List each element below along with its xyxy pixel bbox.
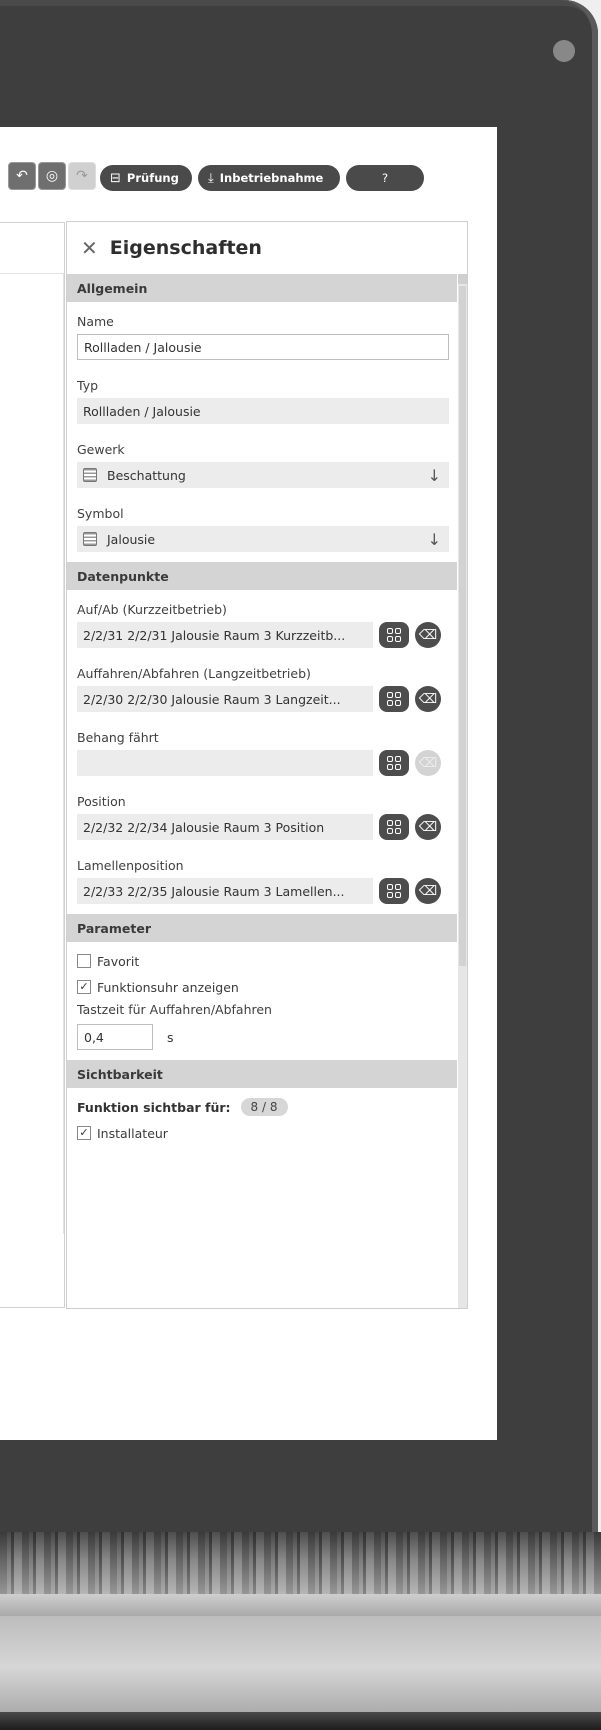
pruefung-label: Prüfung [126, 171, 179, 185]
gewerk-value: Beschattung [107, 467, 186, 483]
datapoint-label: Position [77, 794, 126, 809]
grid-icon [387, 628, 401, 642]
datapoint-value: 2/2/31 2/2/31 Jalousie Raum 3 Kurzzeitb.… [83, 627, 346, 643]
pruefung-button[interactable]: ⊟ Prüfung [100, 165, 192, 191]
symbol-select[interactable]: Jalousie ↓ [77, 526, 449, 552]
funktionsuhr-checkbox[interactable]: ✓ [77, 980, 91, 994]
typ-label: Typ [77, 378, 99, 393]
grid-icon [387, 820, 401, 834]
laptop-base-edge [0, 1594, 601, 1616]
inbetriebnahme-label: Inbetriebnahme [219, 171, 324, 185]
arrow-down-icon[interactable]: ↓ [428, 530, 441, 549]
checklist-icon: ⊟ [110, 170, 121, 186]
datapoint-label: Lamellenposition [77, 858, 184, 873]
camera-icon [553, 40, 575, 62]
section-datenpunkte[interactable]: Datenpunkte [67, 562, 457, 590]
favorit-checkbox[interactable] [77, 954, 91, 968]
clear-datapoint-button[interactable]: ⌫ [415, 622, 441, 648]
help-label: ? [381, 171, 389, 185]
datapoint-row: 2/2/33 2/2/35 Jalousie Raum 3 Lamellen..… [77, 878, 457, 904]
inbetriebnahme-button[interactable]: ⤓ Inbetriebnahme [198, 165, 340, 191]
toolbar: ↶ ◎ ↷ ⊟ Prüfung ⤓ Inbetriebnahme ? [0, 127, 497, 222]
installateur-option[interactable]: ✓ Installateur [67, 1124, 457, 1142]
panel-title: Eigenschaften [109, 237, 262, 259]
clear-datapoint-button[interactable]: ⌫ [415, 686, 441, 712]
laptop-base-shadow [0, 1712, 601, 1730]
panel-content: Allgemein Name Rollladen / Jalousie Typ … [67, 274, 457, 1142]
typ-field: Rollladen / Jalousie [77, 398, 449, 424]
favorit-option[interactable]: Favorit [67, 952, 457, 970]
undo-icon[interactable]: ↶ [8, 162, 36, 190]
datapoint-field[interactable]: 2/2/30 2/2/30 Jalousie Raum 3 Langzeit..… [77, 686, 373, 712]
visibility-count-badge: 8 / 8 [240, 1098, 288, 1116]
blinds-icon [83, 532, 97, 546]
name-value: Rollladen / Jalousie [84, 339, 202, 355]
installateur-checkbox[interactable]: ✓ [77, 1126, 91, 1140]
gewerk-label: Gewerk [77, 442, 125, 457]
app-screen: ↶ ◎ ↷ ⊟ Prüfung ⤓ Inbetriebnahme ? ✕ Eig… [0, 127, 497, 1440]
symbol-label: Symbol [77, 506, 124, 521]
datapoint-value: 2/2/32 2/2/34 Jalousie Raum 3 Position [83, 819, 325, 835]
canvas-area [0, 273, 64, 1234]
visibility-label: Funktion sichtbar für: [77, 1099, 231, 1115]
toolbar-small-buttons: ↶ ◎ ↷ [8, 162, 96, 190]
download-device-icon: ⤓ [208, 170, 214, 186]
typ-value: Rollladen / Jalousie [83, 403, 201, 419]
gewerk-select[interactable]: Beschattung ↓ [77, 462, 449, 488]
section-sichtbarkeit[interactable]: Sichtbarkeit [67, 1060, 457, 1088]
select-datapoint-button[interactable] [379, 878, 409, 904]
funktionsuhr-label: Funktionsuhr anzeigen [97, 979, 239, 995]
datapoint-row: 2/2/31 2/2/31 Jalousie Raum 3 Kurzzeitb.… [77, 622, 457, 648]
datapoint-field[interactable]: 2/2/32 2/2/34 Jalousie Raum 3 Position [77, 814, 373, 840]
tastzeit-row: 0,4 s [77, 1024, 457, 1050]
datapoint-label: Auffahren/Abfahren (Langzeitbetrieb) [77, 666, 311, 681]
funktionsuhr-option[interactable]: ✓ Funktionsuhr anzeigen [67, 978, 457, 996]
properties-panel: ✕ Eigenschaften Allgemein Name Rollladen… [66, 221, 468, 1309]
name-input[interactable]: Rollladen / Jalousie [77, 334, 449, 360]
keyboard [0, 1532, 601, 1594]
arrow-down-icon[interactable]: ↓ [428, 466, 441, 485]
canvas-pane [0, 222, 65, 1308]
scroll-thumb[interactable] [459, 286, 466, 966]
visibility-row: Funktion sichtbar für: 8 / 8 [67, 1098, 457, 1116]
blinds-icon [83, 468, 97, 482]
tastzeit-label: Tastzeit für Auffahren/Abfahren [77, 1002, 272, 1017]
select-datapoint-button[interactable] [379, 750, 409, 776]
grid-icon [387, 756, 401, 770]
tastzeit-value: 0,4 [84, 1029, 104, 1045]
tastzeit-input[interactable]: 0,4 [77, 1024, 153, 1050]
clear-datapoint-button[interactable]: ⌫ [415, 814, 441, 840]
close-icon[interactable]: ✕ [81, 236, 98, 260]
datapoint-value: 2/2/30 2/2/30 Jalousie Raum 3 Langzeit..… [83, 691, 341, 707]
section-parameter[interactable]: Parameter [67, 914, 457, 942]
grid-icon [387, 692, 401, 706]
datapoint-label: Behang fährt [77, 730, 159, 745]
select-datapoint-button[interactable] [379, 622, 409, 648]
datapoint-field[interactable] [77, 750, 373, 776]
datapoint-value: 2/2/33 2/2/35 Jalousie Raum 3 Lamellen..… [83, 883, 345, 899]
panel-header: ✕ Eigenschaften [67, 222, 467, 274]
datapoint-label: Auf/Ab (Kurzzeitbetrieb) [77, 602, 227, 617]
panel-scrollbar[interactable] [458, 274, 467, 1308]
redo-icon[interactable]: ↷ [68, 162, 96, 190]
grid-icon [387, 884, 401, 898]
scroll-up-arrow[interactable] [458, 274, 467, 284]
settings-icon[interactable]: ◎ [38, 162, 66, 190]
symbol-value: Jalousie [107, 531, 156, 547]
datapoint-row: 2/2/32 2/2/34 Jalousie Raum 3 Position ⌫ [77, 814, 457, 840]
installateur-label: Installateur [97, 1125, 168, 1141]
datapoint-field[interactable]: 2/2/33 2/2/35 Jalousie Raum 3 Lamellen..… [77, 878, 373, 904]
favorit-label: Favorit [97, 953, 140, 969]
select-datapoint-button[interactable] [379, 686, 409, 712]
datapoint-row: ⌫ [77, 750, 457, 776]
clear-datapoint-button[interactable]: ⌫ [415, 878, 441, 904]
datapoint-row: 2/2/30 2/2/30 Jalousie Raum 3 Langzeit..… [77, 686, 457, 712]
clear-datapoint-button[interactable]: ⌫ [415, 750, 441, 776]
help-button[interactable]: ? [346, 165, 424, 191]
datapoint-field[interactable]: 2/2/31 2/2/31 Jalousie Raum 3 Kurzzeitb.… [77, 622, 373, 648]
tastzeit-unit: s [167, 1029, 174, 1045]
section-allgemein[interactable]: Allgemein [67, 274, 457, 302]
select-datapoint-button[interactable] [379, 814, 409, 840]
name-label: Name [77, 314, 114, 329]
